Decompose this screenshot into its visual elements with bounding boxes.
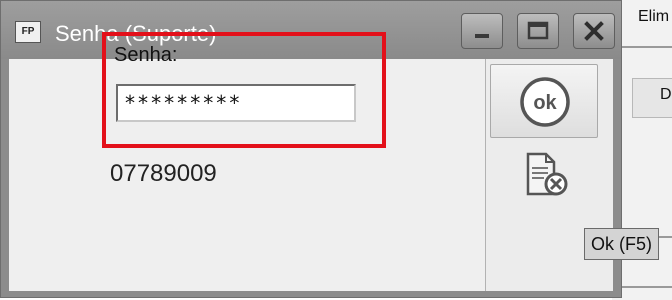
background-separator [622,46,672,48]
tooltip: Ok (F5) [584,228,659,260]
background-app-button-label: D [660,86,672,103]
minimize-icon [475,34,489,38]
close-icon [584,21,604,41]
background-app-label: Elim [638,8,670,25]
maximize-icon [527,21,549,40]
support-code: 07789009 [110,160,217,187]
password-label: Senha: [114,44,178,66]
ok-icon: ok [520,77,570,127]
maximize-button[interactable] [517,13,559,49]
close-button[interactable] [573,13,615,49]
password-input[interactable]: ********* [116,84,356,122]
background-separator [622,286,672,288]
minimize-button[interactable] [461,13,503,49]
cancel-document-icon[interactable] [516,150,574,200]
ok-button[interactable]: ok [490,64,598,138]
app-icon: FP [15,21,41,43]
svg-text:ok: ok [533,92,557,114]
